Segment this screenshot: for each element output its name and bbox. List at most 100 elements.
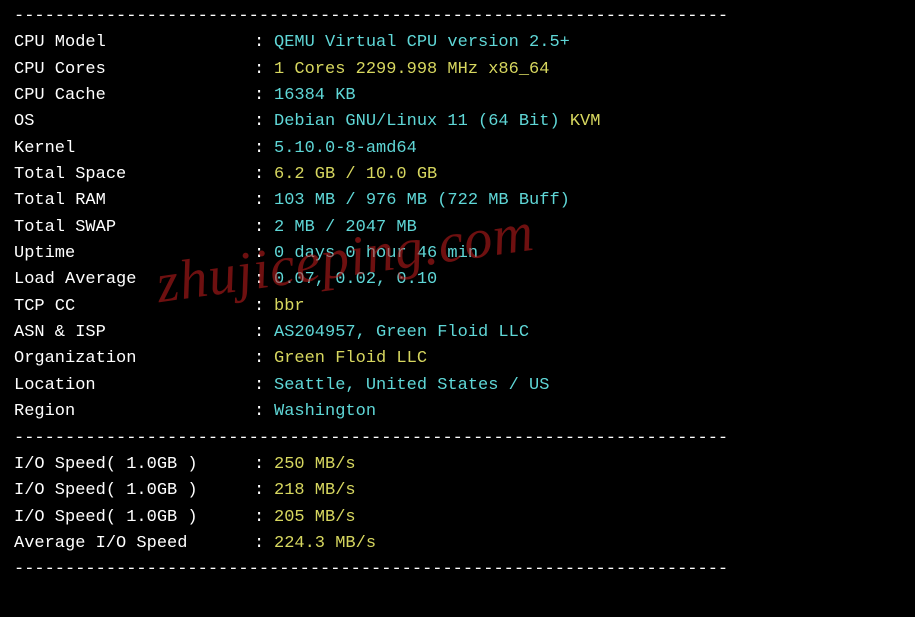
sysinfo-value-segment: QEMU Virtual CPU version 2.5+ <box>274 33 570 52</box>
sysinfo-value-segment: KVM <box>570 112 601 131</box>
sysinfo-row: OS : Debian GNU/Linux 11 (64 Bit) KVM <box>14 109 901 135</box>
divider-bottom: ----------------------------------------… <box>14 557 901 583</box>
iospeed-value-segment: 218 MB/s <box>274 481 356 500</box>
sysinfo-row: ASN & ISP : AS204957, Green Floid LLC <box>14 320 901 346</box>
sysinfo-value-segment: 103 MB / 976 MB (722 MB Buff) <box>274 191 570 210</box>
colon: : <box>254 241 274 267</box>
sysinfo-value: Seattle, United States / US <box>274 373 901 399</box>
sysinfo-row: Total RAM : 103 MB / 976 MB (722 MB Buff… <box>14 188 901 214</box>
sysinfo-label: Kernel <box>14 136 254 162</box>
sysinfo-value: 0 days 0 hour 46 min <box>274 241 901 267</box>
sysinfo-value-segment: bbr <box>274 297 305 316</box>
sysinfo-value: 16384 KB <box>274 83 901 109</box>
sysinfo-value-segment: 6.2 GB / 10.0 GB <box>274 165 437 184</box>
iospeed-row: Average I/O Speed : 224.3 MB/s <box>14 531 901 557</box>
sysinfo-value-segment: 1 Cores 2299.998 MHz x86_64 <box>274 60 549 79</box>
colon: : <box>254 83 274 109</box>
sysinfo-label: CPU Model <box>14 30 254 56</box>
sysinfo-row: Load Average : 0.07, 0.02, 0.10 <box>14 267 901 293</box>
sysinfo-value-segment: 16384 KB <box>274 86 356 105</box>
iospeed-value-segment: 205 MB/s <box>274 508 356 527</box>
sysinfo-value: 1 Cores 2299.998 MHz x86_64 <box>274 57 901 83</box>
iospeed-row: I/O Speed( 1.0GB ) : 205 MB/s <box>14 505 901 531</box>
sysinfo-label: Region <box>14 399 254 425</box>
iospeed-value: 250 MB/s <box>274 452 901 478</box>
sysinfo-label: Load Average <box>14 267 254 293</box>
colon: : <box>254 505 274 531</box>
sysinfo-value-segment: Green Floid LLC <box>274 349 427 368</box>
colon: : <box>254 215 274 241</box>
iospeed-label: I/O Speed( 1.0GB ) <box>14 478 254 504</box>
iospeed-row: I/O Speed( 1.0GB ) : 218 MB/s <box>14 478 901 504</box>
iospeed-value: 224.3 MB/s <box>274 531 901 557</box>
iospeed-value-segment: 224.3 MB/s <box>274 534 376 553</box>
colon: : <box>254 162 274 188</box>
sysinfo-row: Organization : Green Floid LLC <box>14 346 901 372</box>
divider-top: ----------------------------------------… <box>14 4 901 30</box>
colon: : <box>254 531 274 557</box>
sysinfo-value: 5.10.0-8-amd64 <box>274 136 901 162</box>
sysinfo-label: Uptime <box>14 241 254 267</box>
colon: : <box>254 373 274 399</box>
sysinfo-value: QEMU Virtual CPU version 2.5+ <box>274 30 901 56</box>
iospeed-row: I/O Speed( 1.0GB ) : 250 MB/s <box>14 452 901 478</box>
sysinfo-label: CPU Cache <box>14 83 254 109</box>
sysinfo-value: Washington <box>274 399 901 425</box>
sysinfo-row: CPU Model : QEMU Virtual CPU version 2.5… <box>14 30 901 56</box>
sysinfo-value: 2 MB / 2047 MB <box>274 215 901 241</box>
colon: : <box>254 136 274 162</box>
iospeed-label: I/O Speed( 1.0GB ) <box>14 452 254 478</box>
sysinfo-row: TCP CC : bbr <box>14 294 901 320</box>
divider-mid: ----------------------------------------… <box>14 426 901 452</box>
colon: : <box>254 452 274 478</box>
iospeed-value: 218 MB/s <box>274 478 901 504</box>
colon: : <box>254 346 274 372</box>
sysinfo-row: Kernel : 5.10.0-8-amd64 <box>14 136 901 162</box>
sysinfo-label: Total RAM <box>14 188 254 214</box>
colon: : <box>254 57 274 83</box>
sysinfo-row: CPU Cache : 16384 KB <box>14 83 901 109</box>
sysinfo-label: Total Space <box>14 162 254 188</box>
sysinfo-value: 0.07, 0.02, 0.10 <box>274 267 901 293</box>
sysinfo-section: CPU Model : QEMU Virtual CPU version 2.5… <box>14 30 901 425</box>
sysinfo-value-segment: 0.07, 0.02, 0.10 <box>274 270 437 289</box>
sysinfo-label: Organization <box>14 346 254 372</box>
colon: : <box>254 109 274 135</box>
colon: : <box>254 267 274 293</box>
colon: : <box>254 399 274 425</box>
sysinfo-row: CPU Cores : 1 Cores 2299.998 MHz x86_64 <box>14 57 901 83</box>
colon: : <box>254 294 274 320</box>
sysinfo-row: Uptime : 0 days 0 hour 46 min <box>14 241 901 267</box>
sysinfo-value: AS204957, Green Floid LLC <box>274 320 901 346</box>
sysinfo-value: Debian GNU/Linux 11 (64 Bit) KVM <box>274 109 901 135</box>
iospeed-label: I/O Speed( 1.0GB ) <box>14 505 254 531</box>
sysinfo-label: Total SWAP <box>14 215 254 241</box>
colon: : <box>254 478 274 504</box>
colon: : <box>254 30 274 56</box>
sysinfo-label: OS <box>14 109 254 135</box>
iospeed-section: I/O Speed( 1.0GB ) : 250 MB/sI/O Speed( … <box>14 452 901 557</box>
sysinfo-row: Region : Washington <box>14 399 901 425</box>
sysinfo-value: 103 MB / 976 MB (722 MB Buff) <box>274 188 901 214</box>
sysinfo-value-segment: 0 days 0 hour 46 min <box>274 244 478 263</box>
iospeed-value-segment: 250 MB/s <box>274 455 356 474</box>
sysinfo-row: Total Space : 6.2 GB / 10.0 GB <box>14 162 901 188</box>
colon: : <box>254 320 274 346</box>
sysinfo-value-segment: Washington <box>274 402 376 421</box>
iospeed-label: Average I/O Speed <box>14 531 254 557</box>
sysinfo-value-segment: Seattle, United States / US <box>274 376 549 395</box>
sysinfo-label: Location <box>14 373 254 399</box>
sysinfo-row: Location : Seattle, United States / US <box>14 373 901 399</box>
sysinfo-label: CPU Cores <box>14 57 254 83</box>
sysinfo-value: bbr <box>274 294 901 320</box>
iospeed-value: 205 MB/s <box>274 505 901 531</box>
sysinfo-value: Green Floid LLC <box>274 346 901 372</box>
sysinfo-label: TCP CC <box>14 294 254 320</box>
sysinfo-row: Total SWAP : 2 MB / 2047 MB <box>14 215 901 241</box>
sysinfo-value-segment: Debian GNU/Linux 11 (64 Bit) <box>274 112 570 131</box>
sysinfo-value-segment: AS204957, Green Floid LLC <box>274 323 529 342</box>
colon: : <box>254 188 274 214</box>
sysinfo-value-segment: 2 MB / 2047 MB <box>274 218 417 237</box>
sysinfo-value: 6.2 GB / 10.0 GB <box>274 162 901 188</box>
sysinfo-value-segment: 5.10.0-8-amd64 <box>274 139 417 158</box>
